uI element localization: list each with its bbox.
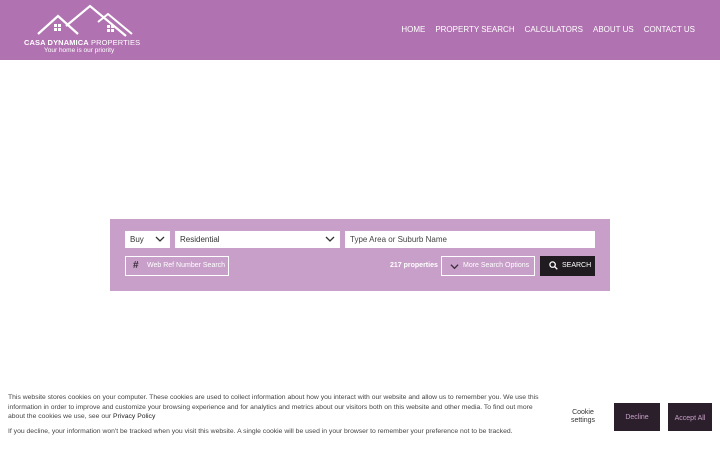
- nav-calculators[interactable]: CALCULATORS: [525, 25, 583, 34]
- more-options-label: More Search Options: [463, 262, 530, 269]
- property-type-value: Residential: [180, 235, 220, 244]
- search-button-label: SEARCH: [562, 262, 592, 269]
- page: CASA DYNAMICA PROPERTIES Your home is ou…: [0, 0, 720, 450]
- web-ref-search-button[interactable]: # Web Ref Number Search: [125, 256, 229, 276]
- nav-about-us[interactable]: ABOUT US: [593, 25, 634, 34]
- chevron-down-icon: [450, 264, 459, 270]
- listing-type-value: Buy: [130, 235, 144, 244]
- nav-home[interactable]: HOME: [401, 25, 425, 34]
- listing-type-select[interactable]: Buy: [125, 231, 170, 248]
- property-search-panel: Buy Residential # Web Ref Number Search …: [110, 219, 610, 291]
- search-button[interactable]: SEARCH: [540, 256, 595, 276]
- privacy-policy-link[interactable]: Privacy Policy: [113, 413, 155, 420]
- cookie-settings-button[interactable]: Cookie settings: [563, 409, 603, 425]
- area-search-input[interactable]: [345, 231, 595, 248]
- more-search-options-button[interactable]: More Search Options: [441, 256, 535, 276]
- cookie-decline-info: If you decline, your information won't b…: [8, 428, 513, 435]
- brand-name-bold: CASA DYNAMICA: [24, 38, 89, 47]
- brand-tagline: Your home is our priority: [44, 47, 115, 54]
- brand-name-light: PROPERTIES: [90, 38, 141, 47]
- property-type-select[interactable]: Residential: [175, 231, 340, 248]
- accept-all-button[interactable]: Accept All: [668, 403, 712, 431]
- brand-name: CASA DYNAMICA PROPERTIES: [24, 38, 140, 47]
- chevron-down-icon: [155, 236, 165, 242]
- nav-property-search[interactable]: PROPERTY SEARCH: [435, 25, 514, 34]
- decline-button[interactable]: Decline: [614, 403, 660, 431]
- brand-logo[interactable]: CASA DYNAMICA PROPERTIES Your home is ou…: [24, 4, 154, 56]
- property-count: 217 properties: [390, 262, 438, 269]
- cookie-notice-text: This website stores cookies on your comp…: [8, 393, 548, 422]
- nav-contact-us[interactable]: CONTACT US: [644, 25, 695, 34]
- main-nav: HOME PROPERTY SEARCH CALCULATORS ABOUT U…: [401, 25, 695, 34]
- search-icon: [549, 261, 558, 270]
- house-roofs-logo-icon: [37, 4, 133, 37]
- hash-icon: #: [133, 260, 139, 271]
- web-ref-label: Web Ref Number Search: [147, 262, 226, 269]
- site-header: CASA DYNAMICA PROPERTIES Your home is ou…: [0, 0, 720, 60]
- chevron-down-icon: [325, 236, 335, 242]
- cookie-text-main: This website stores cookies on your comp…: [8, 394, 539, 420]
